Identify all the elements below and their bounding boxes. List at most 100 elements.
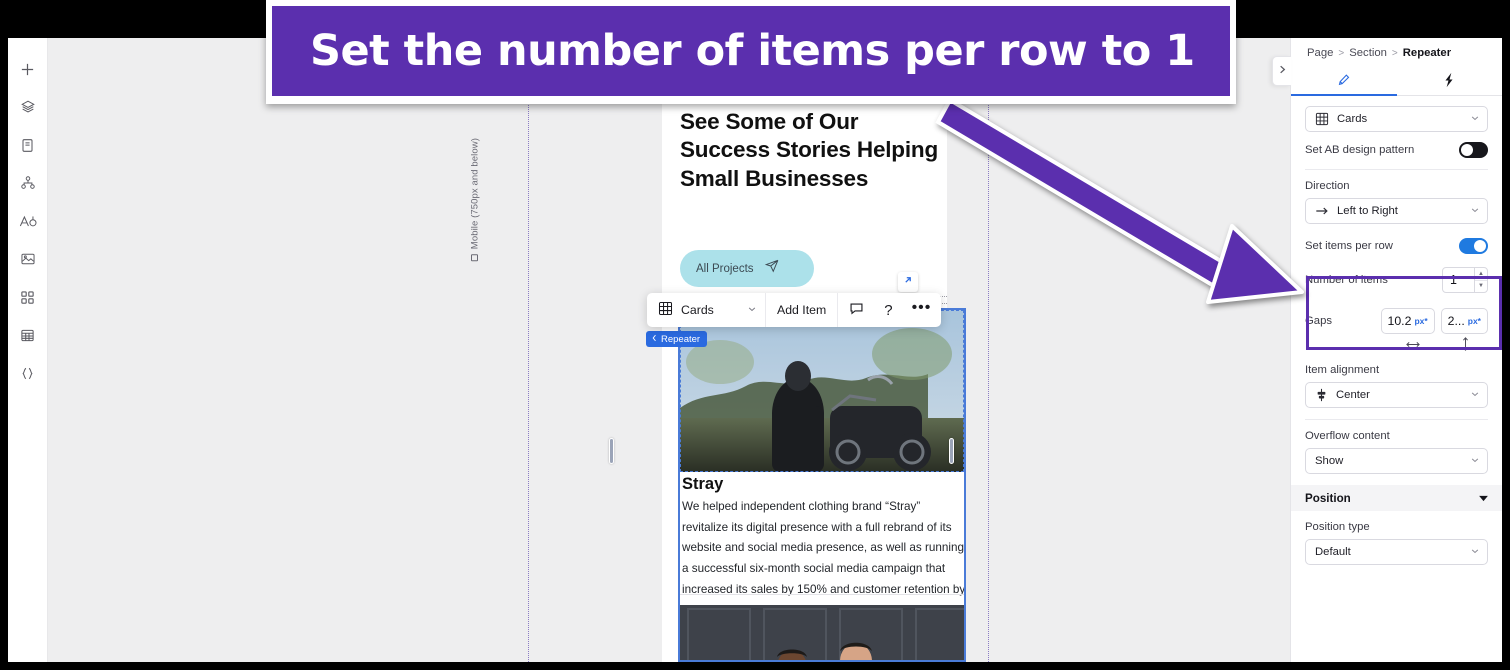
gap-horizontal-field[interactable]: 10.2 px* [1380,308,1435,334]
gaps-row: Gaps 10.2 px* 2... px* [1305,308,1488,334]
stepper-arrows: ▲ ▼ [1474,268,1487,292]
site-structure-button[interactable] [13,166,43,200]
chevron-down-icon [1470,546,1480,559]
chevron-right-icon [1277,64,1288,78]
number-of-items-label: Number of items [1305,274,1388,286]
number-of-items-stepper[interactable]: 1 ▲ ▼ [1442,267,1488,293]
add-button[interactable] [13,52,43,86]
item-alignment-label: Item alignment [1305,364,1380,376]
canvas-area[interactable]: See Some of Our Success Stories Helping … [48,38,1290,662]
lightning-icon [1442,72,1456,91]
mobile-breakpoint-icon [471,254,479,262]
items-per-row-toggle[interactable] [1459,238,1488,254]
add-item-button[interactable]: Add Item [766,293,837,327]
toggle-knob [1474,240,1486,252]
gap-vertical-field[interactable]: 2... px* [1440,308,1488,334]
screenshot-root: See Some of Our Success Stories Helping … [0,0,1510,670]
page-heading: See Some of Our Success Stories Helping … [680,109,938,191]
chevron-down-icon [747,303,757,317]
position-type-select[interactable]: Default [1305,539,1488,565]
collapse-panel-button[interactable] [1272,56,1291,86]
repeater-selection-tag[interactable]: Repeater [646,331,708,347]
items-per-row-section: Set items per row Number of items 1 ▲ ▼ [1291,224,1502,293]
resize-handle-right[interactable] [949,438,954,464]
layers-button[interactable] [13,90,43,124]
element-toolbar: Cards Add Item ? ••• [647,293,942,327]
layers-icon [20,99,36,115]
direction-label: Direction [1305,180,1350,192]
help-button[interactable]: ? [875,293,901,327]
stepper-up-button[interactable]: ▲ [1475,268,1487,281]
ab-pattern-toggle[interactable] [1459,142,1488,158]
ab-pattern-section: Set AB design pattern [1291,132,1502,170]
items-per-row-label: Set items per row [1305,240,1393,252]
table-icon [20,328,35,343]
grid-icon [1315,112,1329,126]
overflow-content-value: Show [1315,455,1344,467]
direction-section: Direction Left to Right [1291,170,1502,224]
toolbar-layout-select[interactable]: Cards [647,293,765,327]
direction-select[interactable]: Left to Right [1305,198,1488,224]
editor-window: See Some of Our Success Stories Helping … [8,38,1502,662]
layout-select[interactable]: Cards [1305,106,1488,132]
gaps-section: Gaps 10.2 px* 2... px* [1291,293,1502,351]
breadcrumb-page[interactable]: Page [1307,47,1333,59]
cms-button[interactable] [13,318,43,352]
breadcrumb-section[interactable]: Section [1349,47,1387,59]
breadcrumb: Page > Section > Repeater [1291,38,1502,68]
resize-handle-left[interactable] [609,438,614,464]
more-options-button[interactable]: ••• [902,293,942,327]
position-section-label: Position [1305,491,1351,505]
media-button[interactable] [13,242,43,276]
apps-button[interactable] [13,280,43,314]
overflow-content-section: Overflow content Show [1291,420,1502,474]
position-type-label: Position type [1305,521,1370,533]
ab-pattern-label: Set AB design pattern [1305,144,1415,156]
breakpoint-line-left [528,38,529,662]
position-type-value: Default [1315,546,1351,558]
callout-banner-inner: Set the number of items per row to 1 [272,6,1230,96]
page-icon [20,138,35,153]
item-alignment-select[interactable]: Center [1305,382,1488,408]
all-projects-button[interactable]: All Projects [680,250,814,287]
repeater-item-body: We helped independent clothing brand “St… [682,500,966,617]
text-icon [19,214,37,229]
pages-button[interactable] [13,128,43,162]
send-icon [764,258,780,279]
overflow-content-select[interactable]: Show [1305,448,1488,474]
image-icon [20,251,36,267]
repeater-item-divider [680,594,964,595]
layout-select-value: Cards [1337,113,1368,125]
overflow-content-label: Overflow content [1305,430,1390,442]
align-center-icon [1315,388,1328,402]
arrow-right-icon [1315,205,1329,217]
paintbrush-icon [1336,73,1351,91]
sitemap-icon [20,175,36,191]
callout-banner-text: Set the number of items per row to 1 [310,26,1195,76]
number-of-items-value[interactable]: 1 [1443,268,1474,292]
repeater-element[interactable]: Stray We helped independent clothing bra… [678,308,966,662]
chevron-down-icon [1470,455,1480,468]
text-button[interactable] [13,204,43,238]
code-braces-icon [20,366,35,381]
gap-vertical-value: 2... [1447,314,1465,328]
repeater-item-image-1 [680,310,964,472]
horizontal-arrows-icon [1390,337,1436,351]
left-tool-rail [8,38,48,662]
comment-button[interactable] [838,293,875,327]
position-type-section: Position type Default [1291,511,1502,565]
canvas-page: See Some of Our Success Stories Helping … [662,38,966,662]
repeater-expand-button[interactable] [898,272,918,292]
tab-design[interactable] [1291,68,1397,96]
vertical-arrows-icon [1442,337,1488,351]
all-projects-label: All Projects [696,262,754,275]
ab-pattern-row: Set AB design pattern [1305,142,1488,158]
position-section-header[interactable]: Position [1291,485,1502,511]
dev-mode-button[interactable] [13,356,43,390]
number-of-items-row: Number of items 1 ▲ ▼ [1305,267,1488,293]
tab-interactions[interactable] [1397,68,1503,95]
stepper-down-button[interactable]: ▼ [1475,281,1487,293]
breadcrumb-separator-1: > [1338,47,1345,59]
chevron-down-icon [1470,205,1480,218]
breadcrumb-repeater[interactable]: Repeater [1403,47,1451,59]
